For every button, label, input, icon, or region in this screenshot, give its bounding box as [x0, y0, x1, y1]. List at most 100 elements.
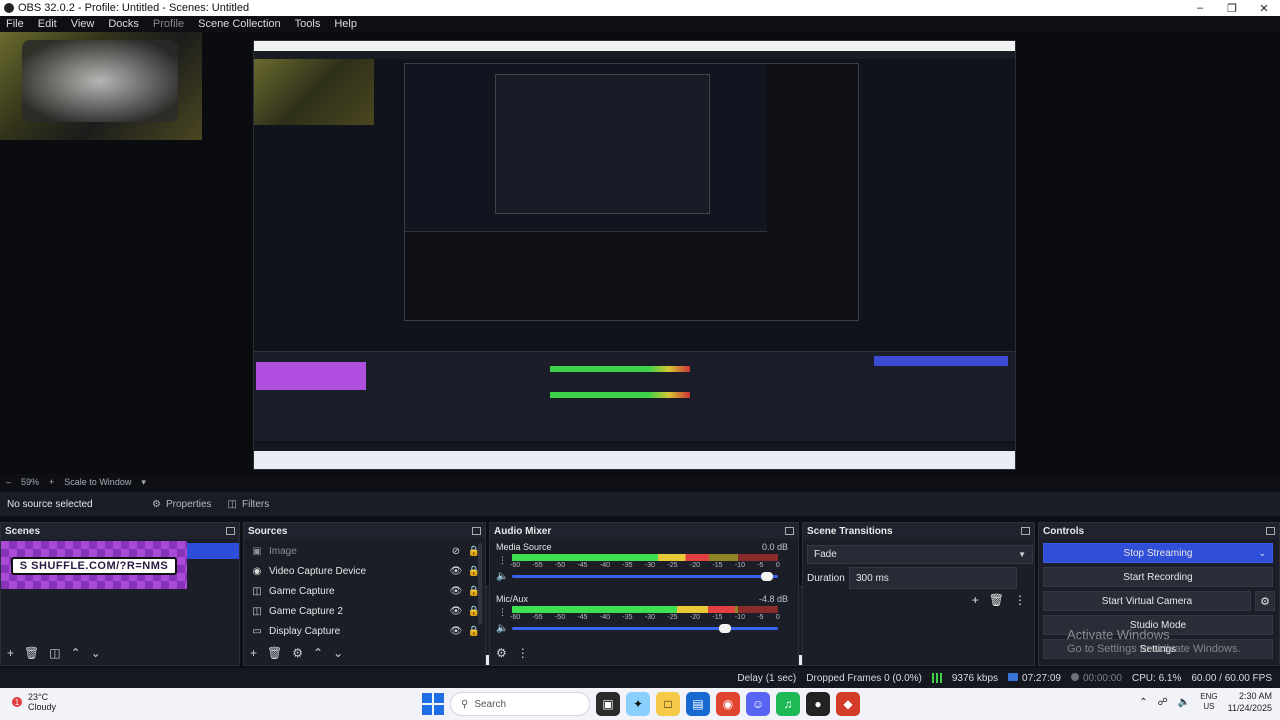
trash-icon[interactable]: 🗑: [989, 593, 1004, 607]
network-icon[interactable]: ☍: [1158, 697, 1168, 708]
menu-view[interactable]: View: [71, 18, 95, 30]
weather-widget[interactable]: 1 23°C Cloudy: [12, 692, 56, 712]
gear-icon[interactable]: ⚙: [292, 646, 303, 660]
sources-header: Sources: [244, 523, 485, 539]
chevron-up-icon[interactable]: ⌃: [1139, 697, 1147, 708]
start-recording-button[interactable]: Start Recording: [1043, 567, 1273, 587]
copilot-icon[interactable]: ✦: [626, 692, 650, 716]
source-name: Game Capture 2: [269, 605, 343, 617]
move-up-icon[interactable]: ⌃: [71, 646, 81, 660]
menu-tools[interactable]: Tools: [295, 18, 321, 30]
duration-spinbox[interactable]: 300 ms: [849, 567, 1017, 589]
volume-slider-knob[interactable]: [718, 624, 731, 633]
source-item-image[interactable]: ▣ Image ⊘ 🔒: [244, 541, 485, 561]
maximize-icon[interactable]: ❐: [1216, 0, 1248, 16]
windows-start-icon[interactable]: [422, 693, 444, 715]
gear-icon[interactable]: ⚙: [496, 646, 507, 660]
zoom-mode[interactable]: Scale to Window: [64, 477, 131, 487]
nested-titlebar: [254, 41, 1015, 51]
store-icon[interactable]: ▤: [686, 692, 710, 716]
eye-icon[interactable]: 👁: [449, 606, 463, 617]
stop-streaming-button[interactable]: Stop Streaming ⌄: [1043, 543, 1273, 563]
more-options-icon[interactable]: ⋮: [498, 555, 507, 566]
obs-icon[interactable]: ●: [806, 692, 830, 716]
minimize-icon[interactable]: –: [1184, 0, 1216, 16]
move-up-icon[interactable]: ⌃: [313, 646, 323, 660]
more-options-icon[interactable]: ⋮: [517, 646, 529, 660]
app-icon[interactable]: ◆: [836, 692, 860, 716]
chevron-down-icon[interactable]: ⌄: [1258, 548, 1266, 559]
program-preview[interactable]: [0, 32, 1280, 666]
start-virtual-camera-button[interactable]: Start Virtual Camera: [1043, 591, 1251, 611]
filter-icon[interactable]: ◫: [49, 646, 60, 660]
source-item-game-capture-2[interactable]: ◫ Game Capture 2 👁 🔒: [244, 601, 485, 621]
spotify-icon[interactable]: ♫: [776, 692, 800, 716]
eye-icon[interactable]: 👁: [449, 586, 463, 597]
language-indicator[interactable]: ENG US: [1200, 692, 1217, 712]
task-view-icon[interactable]: ▣: [596, 692, 620, 716]
menu-profile[interactable]: Profile: [153, 18, 184, 30]
region-code: US: [1203, 702, 1215, 711]
move-down-icon[interactable]: ⌄: [91, 646, 101, 660]
file-explorer-icon[interactable]: □: [656, 692, 680, 716]
menu-scene-collection[interactable]: Scene Collection: [198, 18, 281, 30]
source-item-video-capture[interactable]: ◉ Video Capture Device 👁 🔒: [244, 561, 485, 581]
live-time: 07:27:09: [1022, 672, 1061, 684]
speaker-icon[interactable]: 🔈: [496, 571, 508, 582]
add-icon[interactable]: +: [7, 646, 14, 660]
menu-docks[interactable]: Docks: [108, 18, 139, 30]
menu-edit[interactable]: Edit: [38, 18, 57, 30]
add-icon[interactable]: +: [250, 646, 257, 660]
volume-slider[interactable]: [512, 572, 778, 581]
volume-slider[interactable]: [512, 624, 778, 633]
virtual-camera-settings-button[interactable]: ⚙: [1255, 591, 1275, 611]
menu-file[interactable]: File: [6, 18, 24, 30]
speaker-icon[interactable]: 🔈: [496, 623, 508, 634]
transition-select[interactable]: Fade ▼: [807, 545, 1033, 564]
zoom-percent: 59%: [21, 477, 40, 487]
source-item-game-capture[interactable]: ◫ Game Capture 👁 🔒: [244, 581, 485, 601]
scene-item-selected[interactable]: [187, 543, 239, 559]
menu-help[interactable]: Help: [334, 18, 357, 30]
meter-tick-label: -5: [757, 614, 764, 621]
meter-tick-label: -55: [532, 562, 543, 569]
discord-icon[interactable]: ☺: [746, 692, 770, 716]
trash-icon[interactable]: 🗑: [267, 646, 282, 660]
eye-off-icon[interactable]: ⊘: [449, 546, 463, 557]
source-item-display-capture[interactable]: ▭ Display Capture 👁 🔒: [244, 621, 485, 641]
close-icon[interactable]: ✕: [1248, 0, 1280, 16]
trash-icon[interactable]: 🗑: [24, 646, 39, 660]
zoom-out-icon[interactable]: –: [6, 477, 11, 487]
volume-slider-knob[interactable]: [761, 572, 774, 581]
more-options-icon[interactable]: ⋮: [1014, 593, 1026, 607]
more-options-icon[interactable]: ⋮: [498, 607, 507, 618]
clock[interactable]: 2:30 AM 11/24/2025: [1228, 690, 1272, 714]
undock-icon[interactable]: [1266, 527, 1275, 535]
move-down-icon[interactable]: ⌄: [333, 646, 343, 660]
eye-icon[interactable]: 👁: [449, 626, 463, 637]
properties-button[interactable]: ⚙ Properties: [144, 493, 220, 515]
chrome-icon[interactable]: ◉: [716, 692, 740, 716]
add-icon[interactable]: +: [972, 593, 979, 607]
windows-taskbar: 1 23°C Cloudy ⚲ Search ▣ ✦ □ ▤ ◉ ☺ ♫ ● ◆…: [0, 688, 1280, 720]
undock-icon[interactable]: [472, 527, 481, 535]
filters-button[interactable]: ◫ Filters: [220, 493, 278, 515]
undock-icon[interactable]: [785, 527, 794, 535]
meter-tick-label: 0: [775, 562, 780, 569]
bitrate: 9376 kbps: [951, 672, 999, 684]
zoom-in-icon[interactable]: +: [49, 477, 54, 487]
audio-mixer-dock: Audio Mixer Media Source 0.0 dB ⋮ -60 -55…: [489, 522, 799, 666]
undock-icon[interactable]: [1021, 527, 1030, 535]
eye-icon[interactable]: 👁: [449, 566, 463, 577]
sources-scrollbar[interactable]: [478, 543, 482, 625]
undock-icon[interactable]: [226, 527, 235, 535]
speaker-icon[interactable]: 🔈: [1178, 697, 1190, 708]
chevron-down-icon[interactable]: ▾: [141, 477, 146, 488]
gear-icon: ⚙: [1260, 595, 1270, 608]
mixer-toolbar: ⚙ ⋮: [490, 641, 798, 665]
scene-thumbnail[interactable]: S SHUFFLE.COM/?R=NMS: [1, 541, 187, 589]
camera-icon: ◉: [252, 565, 262, 577]
stop-streaming-label: Stop Streaming: [1123, 547, 1193, 559]
lock-icon[interactable]: 🔒: [467, 626, 481, 637]
taskbar-search[interactable]: ⚲ Search: [450, 692, 590, 716]
